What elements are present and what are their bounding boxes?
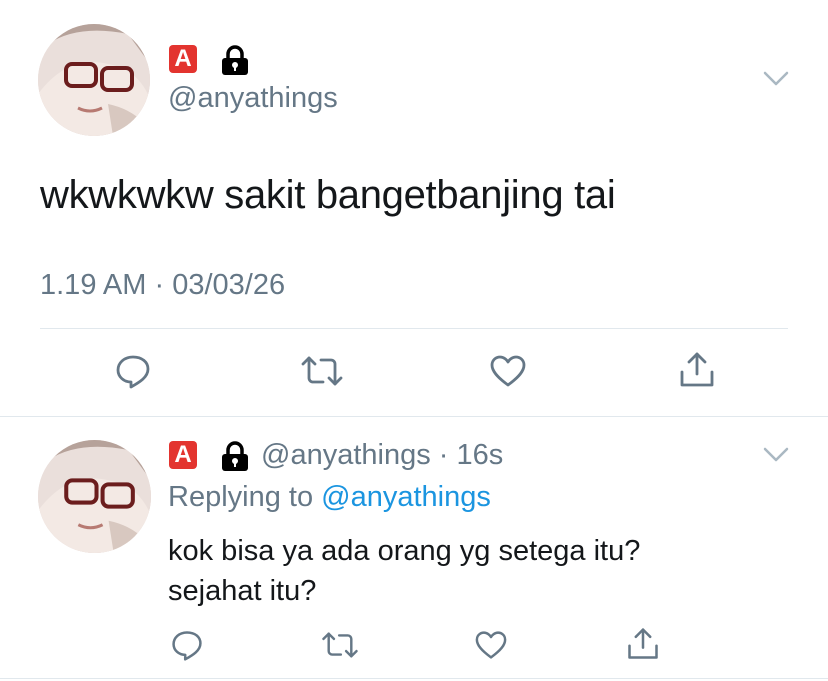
retweet-icon[interactable]	[320, 630, 360, 660]
reply-icon[interactable]	[170, 628, 204, 662]
avatar[interactable]	[38, 24, 150, 136]
retweet-icon[interactable]	[299, 354, 345, 388]
meta-separator: ·	[154, 269, 165, 301]
divider	[40, 328, 788, 329]
reply-text-line: kok bisa ya ada orang yg setega itu?	[168, 535, 641, 567]
reply-icon[interactable]	[114, 352, 152, 390]
divider	[0, 416, 828, 417]
share-icon[interactable]	[677, 350, 717, 390]
emoji-a-badge: A	[169, 45, 197, 73]
lock-icon	[219, 441, 251, 471]
user-handle[interactable]: @anyathings	[168, 82, 338, 115]
reply-header: @anyathings · 16s	[261, 439, 503, 472]
tweet-text: wkwkwkw sakit bangetbanjing tai	[40, 173, 616, 217]
replying-handle-link[interactable]: @anyathings	[321, 481, 491, 513]
tweet-time: 1.19 AM	[40, 269, 147, 301]
chevron-down-icon[interactable]	[762, 446, 790, 469]
avatar-photo	[38, 24, 150, 136]
lock-icon	[219, 45, 251, 75]
divider	[0, 678, 828, 679]
reply-tweet-text: kok bisa ya ada orang yg setega itu? sej…	[168, 531, 640, 611]
share-icon[interactable]	[625, 626, 661, 662]
tweet-timestamp[interactable]: 1.19 AM · 03/03/26	[40, 269, 285, 302]
reply-text-line: sejahat itu?	[168, 575, 317, 607]
avatar-photo	[38, 440, 151, 553]
user-handle[interactable]: @anyathings	[261, 439, 431, 471]
meta-separator: ·	[438, 439, 449, 471]
avatar[interactable]	[38, 440, 151, 553]
tweet-age: 16s	[456, 439, 504, 471]
tweet-date: 03/03/26	[172, 269, 286, 301]
chevron-down-icon[interactable]	[762, 70, 790, 93]
emoji-a-badge: A	[169, 441, 197, 469]
like-icon[interactable]	[489, 354, 527, 388]
replying-to: Replying to @anyathings	[168, 481, 491, 514]
like-icon[interactable]	[474, 630, 508, 660]
replying-prefix: Replying to	[168, 481, 314, 513]
